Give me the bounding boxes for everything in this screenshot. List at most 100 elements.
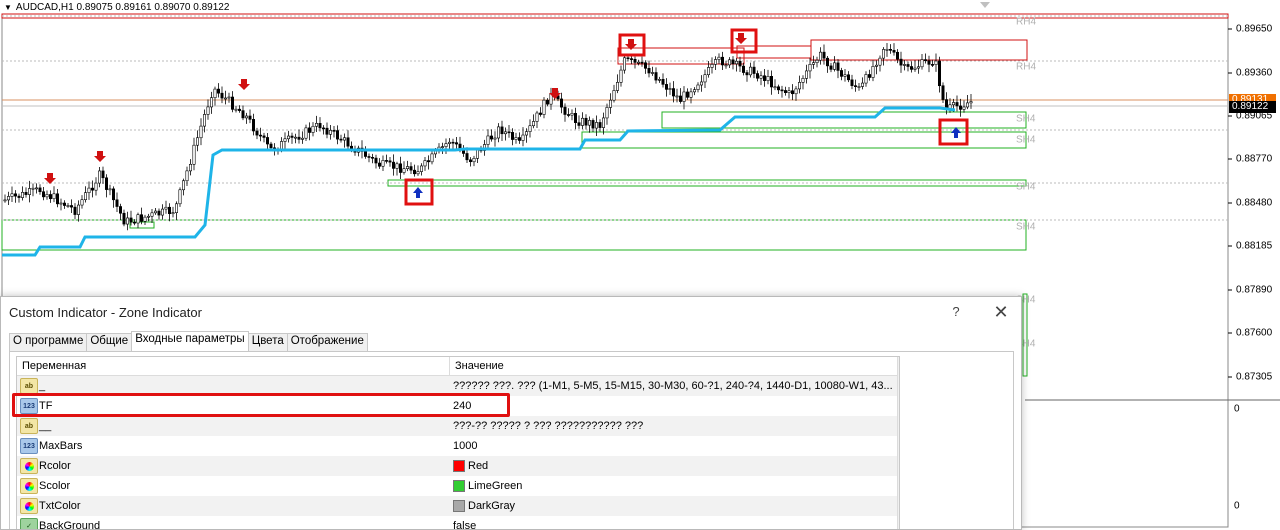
candle-body — [10, 193, 14, 197]
table-row[interactable]: TxtColor DarkGray — [17, 496, 899, 516]
column-header-variable[interactable]: Переменная — [17, 357, 450, 375]
color-type-icon — [20, 498, 38, 514]
candle-body — [115, 199, 119, 207]
candle-body — [430, 153, 434, 163]
candle-body — [699, 81, 703, 86]
candle-body — [206, 106, 210, 115]
candle-body — [486, 135, 490, 145]
candle-body — [710, 64, 714, 68]
candle-body — [192, 144, 196, 165]
candle-body — [640, 61, 644, 64]
help-button[interactable]: ? — [943, 301, 969, 323]
table-row[interactable]: 123 MaxBars 1000 — [17, 436, 899, 456]
variable-value[interactable]: Red — [453, 460, 488, 472]
candle-body — [892, 50, 896, 53]
candle-body — [794, 88, 798, 95]
variable-value[interactable]: LimeGreen — [453, 480, 522, 492]
candle-body — [570, 112, 574, 116]
support-zone — [581, 131, 1027, 149]
candle-body — [587, 120, 591, 126]
candle-body — [94, 182, 98, 191]
candle-body — [503, 131, 507, 135]
candle-body — [175, 203, 179, 213]
table-row[interactable]: ab _ ?????? ???. ??? (1-M1, 5-M5, 15-M15, … — [17, 376, 899, 396]
price-scale-label: 0.88185 — [1236, 240, 1273, 252]
tab-about[interactable]: О программе — [9, 333, 88, 351]
subwindow-scale-label: 0 — [1234, 403, 1240, 415]
candle-body — [363, 151, 367, 157]
variable-value[interactable]: 1000 — [453, 440, 477, 452]
candle-body — [962, 106, 966, 110]
buy-arrow-icon — [413, 187, 423, 198]
scroll-up-arrow-icon[interactable]: ▲ — [898, 357, 899, 375]
tab-visualization[interactable]: Отображение — [286, 333, 368, 351]
candle-body — [370, 156, 374, 159]
candle-body — [311, 125, 315, 133]
close-button[interactable]: ✕ — [988, 301, 1014, 323]
candle-body — [182, 180, 186, 191]
candle-body — [238, 108, 242, 111]
candle-body — [493, 137, 497, 140]
table-row[interactable]: ab __ ???-?? ????? ? ??? ??????????? ??? — [17, 416, 899, 436]
candle-body — [745, 72, 749, 76]
candle-body — [612, 90, 616, 101]
candle-body — [664, 84, 668, 90]
candle-body — [199, 125, 203, 139]
color-type-icon — [20, 478, 38, 494]
variable-value[interactable]: 240 — [453, 400, 471, 412]
candle-body — [55, 193, 59, 205]
candle-body — [318, 123, 322, 129]
candle-body — [787, 90, 791, 93]
candle-body — [325, 127, 329, 135]
candle-body — [885, 48, 889, 51]
candle-body — [136, 214, 140, 224]
candle-body — [703, 74, 707, 83]
tab-inputs[interactable]: Входные параметры — [131, 331, 249, 351]
scroll-marker-triangle-icon — [980, 2, 990, 8]
variable-name: TF — [39, 400, 53, 412]
support-zone — [1022, 293, 1028, 377]
column-header-value[interactable]: Значение — [450, 357, 504, 375]
candle-body — [881, 49, 885, 59]
chart-menu-triangle-icon[interactable]: ▼ — [4, 3, 12, 12]
candle-body — [965, 102, 969, 108]
table-row[interactable]: 123 TF 240 — [17, 396, 899, 416]
candle-body — [713, 59, 717, 65]
candle-body — [164, 206, 168, 210]
candle-body — [342, 137, 346, 141]
candle-body — [517, 137, 521, 141]
candle-body — [262, 135, 266, 138]
table-row[interactable]: Scolor LimeGreen — [17, 476, 899, 496]
tab-colors[interactable]: Цвета — [247, 333, 288, 351]
price-scale-label: 0.87305 — [1236, 371, 1273, 383]
candle-body — [668, 88, 672, 90]
candle-body — [521, 134, 525, 141]
candle-body — [328, 130, 332, 135]
dialog-titlebar[interactable]: Custom Indicator - Zone Indicator ? ✕ — [1, 297, 1021, 327]
candle-body — [227, 96, 231, 99]
candle-body — [951, 102, 955, 106]
candle-body — [559, 98, 563, 108]
color-swatch — [453, 480, 465, 492]
candle-body — [573, 112, 577, 123]
candle-body — [584, 117, 588, 126]
candle-body — [468, 159, 472, 163]
price-scale-label: 0.89650 — [1236, 23, 1273, 35]
candle-body — [231, 96, 235, 110]
candle-body — [147, 215, 151, 218]
variable-value[interactable]: false — [453, 520, 476, 529]
subwindow-scale-label: 0 — [1234, 500, 1240, 512]
candle-body — [290, 135, 294, 138]
parameters-table: Переменная Значение ab _?????? ???. ??? (… — [16, 356, 900, 529]
tab-common[interactable]: Общие — [86, 333, 133, 351]
candle-body — [161, 208, 165, 216]
candle-body — [20, 192, 24, 198]
candle-body — [465, 153, 469, 161]
vertical-scrollbar[interactable]: ▲ — [897, 357, 899, 529]
variable-value[interactable]: ???-?? ????? ? ??? ??????????? ??? — [453, 420, 643, 432]
candle-body — [832, 62, 836, 70]
table-row[interactable]: Rcolor Red — [17, 456, 899, 476]
candle-body — [143, 216, 147, 222]
variable-value[interactable]: ?????? ???. ??? (1-M1, 5-M5, 15-M15, 30-… — [453, 380, 893, 392]
variable-value[interactable]: DarkGray — [453, 500, 515, 512]
